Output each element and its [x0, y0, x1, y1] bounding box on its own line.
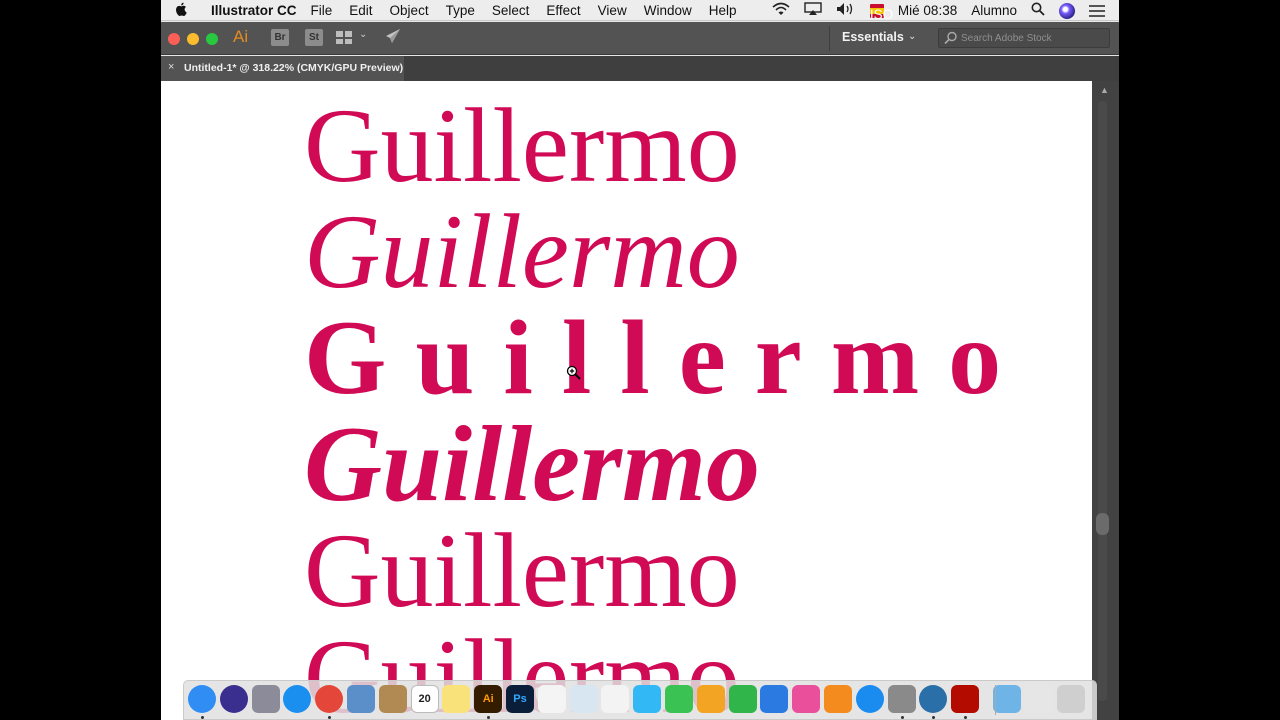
menu-window[interactable]: Window: [644, 3, 692, 18]
dock-label: 20: [418, 693, 431, 705]
volume-icon[interactable]: [836, 2, 856, 19]
dock-compass-icon[interactable]: [283, 685, 312, 713]
menu-object[interactable]: Object: [390, 3, 429, 18]
dock-gear-icon[interactable]: [887, 685, 916, 713]
workspace-switcher[interactable]: Essentials: [842, 30, 904, 44]
dock-trash-icon[interactable]: [1056, 685, 1085, 713]
running-indicator: [487, 716, 491, 719]
input-source-flag-icon[interactable]: ISO: [869, 3, 893, 22]
dock-pencil-icon[interactable]: [696, 685, 725, 713]
dock-app-store-icon[interactable]: [855, 685, 884, 713]
dock-calendar-icon[interactable]: 20: [410, 685, 439, 713]
dock-podium-icon[interactable]: [760, 685, 789, 713]
dock-folder-icon[interactable]: [993, 685, 1021, 713]
running-indicator: [932, 716, 936, 719]
dock-bar-chart-icon[interactable]: [728, 685, 757, 713]
running-indicator: [900, 716, 904, 719]
dock-quicktime-icon[interactable]: [919, 685, 948, 713]
dock-divider: [995, 685, 996, 715]
vertical-scrollbar[interactable]: ▲: [1092, 81, 1119, 720]
artboard-canvas[interactable]: Guillermo Guillermo Guillermo Guillermo …: [161, 81, 1092, 720]
dock-siri-icon[interactable]: [219, 685, 248, 713]
dock-chat-icon[interactable]: [633, 685, 662, 713]
workspace-chevron-down-icon[interactable]: ⌄: [908, 31, 916, 42]
minimize-window-button[interactable]: [187, 33, 199, 45]
clock[interactable]: Mié 08:38: [898, 3, 957, 18]
chevron-down-icon[interactable]: ⌄: [359, 29, 367, 40]
scrollbar-thumb[interactable]: [1096, 513, 1109, 535]
gpu-performance-rocket-icon[interactable]: [383, 28, 401, 46]
running-indicator: [328, 716, 332, 719]
zoom-cursor-icon: [566, 365, 582, 381]
running-indicator: [201, 716, 204, 719]
scrollbar-track[interactable]: [1098, 101, 1107, 701]
scroll-up-icon[interactable]: ▲: [1100, 85, 1109, 95]
dock-pdf-icon[interactable]: [951, 685, 980, 713]
bridge-button[interactable]: Br: [271, 29, 289, 46]
divider: [829, 26, 830, 51]
adobe-stock-search[interactable]: [938, 28, 1110, 48]
text-guillermo-bold-italic[interactable]: Guillermo: [304, 411, 760, 519]
menu-app-name[interactable]: Illustrator CC: [211, 3, 297, 18]
user-menu[interactable]: Alumno: [971, 3, 1017, 18]
dock-list-icon[interactable]: [537, 685, 566, 713]
text-guillermo-regular[interactable]: Guillermo: [304, 93, 740, 199]
document-tab-bar: × Untitled-1* @ 318.22% (CMYK/GPU Previe…: [161, 56, 1119, 81]
text-guillermo-italic[interactable]: Guillermo: [304, 199, 740, 305]
stock-search-input[interactable]: [961, 31, 1106, 45]
spotlight-search-icon[interactable]: [1031, 2, 1045, 19]
close-tab-icon[interactable]: ×: [168, 61, 174, 73]
input-source-label: ISO: [869, 6, 894, 22]
wifi-icon[interactable]: [772, 2, 790, 19]
ai-logo-icon: Ai: [233, 27, 249, 46]
dock-open-book-icon[interactable]: [824, 685, 852, 713]
menu-help[interactable]: Help: [709, 3, 737, 18]
zoom-window-button[interactable]: [206, 33, 218, 45]
tab-title: Untitled-1* @ 318.22% (CMYK/GPU Preview): [184, 62, 404, 74]
menu-view[interactable]: View: [598, 3, 627, 18]
menu-select[interactable]: Select: [492, 3, 530, 18]
arrange-documents-icon[interactable]: [336, 31, 352, 44]
dock-photo-icon[interactable]: [347, 685, 375, 713]
close-window-button[interactable]: [168, 33, 180, 45]
text-guillermo-regular-2[interactable]: Guillermo: [304, 518, 740, 624]
dock-video-icon[interactable]: [665, 685, 693, 713]
dock-label: Ps: [513, 693, 527, 705]
menu-file[interactable]: File: [311, 3, 333, 18]
illustrator-app-bar: Ai Br St ⌄ Essentials ⌄: [161, 22, 1119, 55]
dock-preview-icon[interactable]: [569, 685, 598, 713]
dock-book-icon[interactable]: [378, 685, 407, 713]
menu-edit[interactable]: Edit: [349, 3, 372, 18]
dock-flower-icon[interactable]: [601, 685, 630, 713]
dock-finder-icon[interactable]: [188, 685, 216, 713]
tab-untitled-1[interactable]: × Untitled-1* @ 318.22% (CMYK/GPU Previe…: [161, 56, 404, 81]
dock-note-icon[interactable]: [442, 685, 471, 713]
dock-rocket-icon[interactable]: [251, 685, 280, 713]
siri-icon[interactable]: [1059, 2, 1075, 19]
menu-type[interactable]: Type: [446, 3, 475, 18]
apple-menu-icon[interactable]: [175, 2, 199, 19]
running-indicator: [964, 716, 968, 719]
dock-stack-icon[interactable]: [1024, 685, 1053, 713]
search-icon: [944, 31, 958, 45]
airplay-icon[interactable]: [804, 2, 822, 19]
text-guillermo-bold-tracked[interactable]: Guillermo: [304, 305, 1030, 411]
dock-ps-icon[interactable]: Ps: [506, 685, 534, 713]
dock: 20 Ai Ps: [183, 680, 1097, 720]
menu-effect[interactable]: Effect: [546, 3, 580, 18]
screen: Illustrator CC File Edit Object Type Sel…: [161, 0, 1119, 720]
dock-ai-icon[interactable]: Ai: [474, 685, 503, 713]
menu-bar: Illustrator CC File Edit Object Type Sel…: [161, 0, 1119, 22]
dock-music-icon[interactable]: [792, 685, 821, 713]
dock-chrome-icon[interactable]: [315, 685, 344, 713]
stock-button[interactable]: St: [305, 29, 323, 46]
dock-label: Ai: [482, 693, 494, 705]
notification-center-icon[interactable]: [1089, 4, 1105, 17]
